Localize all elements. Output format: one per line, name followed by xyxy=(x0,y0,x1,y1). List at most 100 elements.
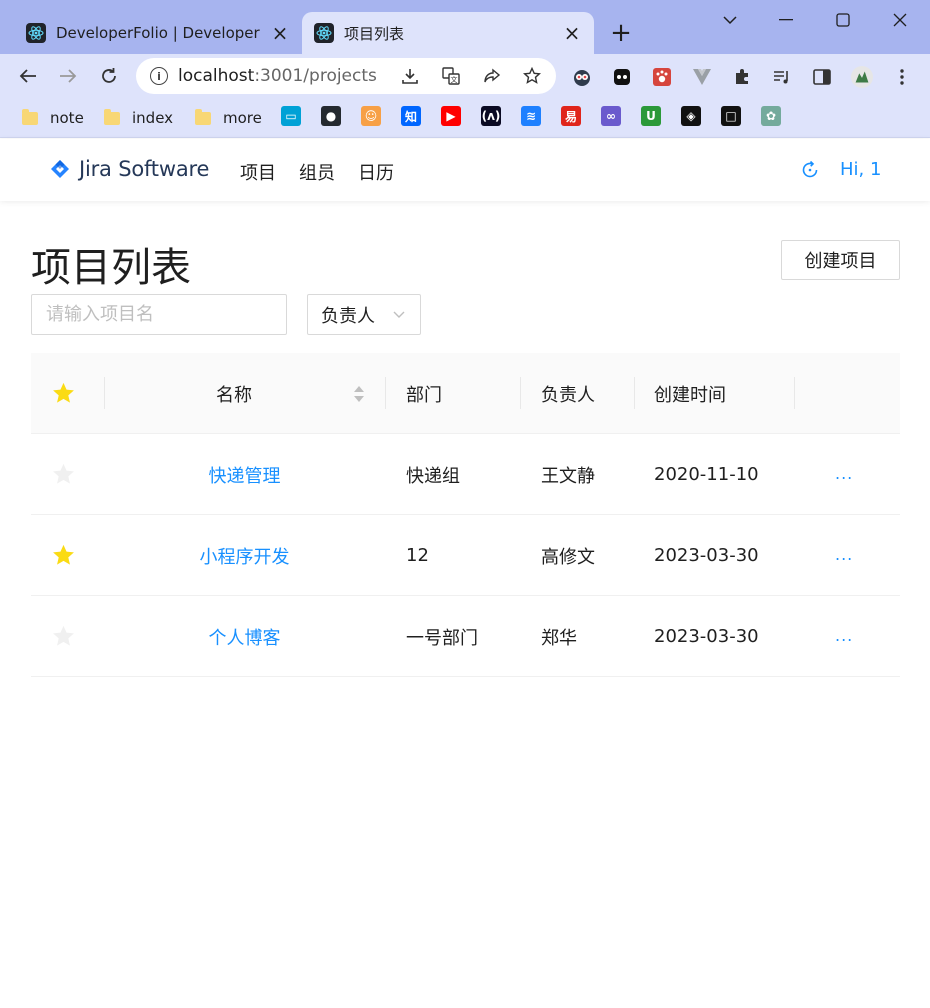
extension-paw-icon[interactable] xyxy=(651,66,673,88)
project-department: 一号部门 xyxy=(406,627,478,649)
app-header: Jira Software 项目 组员 日历 Hi, 1 xyxy=(0,139,930,201)
jira-logo-icon xyxy=(51,160,69,178)
column-header-department: 部门 xyxy=(406,384,442,406)
page-title: 项目列表 xyxy=(31,245,191,291)
project-owner: 王文静 xyxy=(541,465,595,487)
side-panel-icon[interactable] xyxy=(811,66,833,88)
bookmark-label: note xyxy=(50,109,84,127)
chatgpt-icon[interactable]: ✿ xyxy=(761,106,781,126)
extensions-puzzle-icon[interactable] xyxy=(731,66,753,88)
share-icon[interactable] xyxy=(482,66,502,86)
square-icon[interactable]: □ xyxy=(721,106,741,126)
browser-toolbar: i localhost:3001/projects 文 xyxy=(0,54,930,98)
install-app-icon[interactable] xyxy=(400,66,420,86)
react-favicon-icon xyxy=(26,23,46,43)
freecodecamp-icon[interactable]: (ʌ) xyxy=(481,106,501,126)
owner-select[interactable]: 负责人 xyxy=(307,294,421,335)
table-body: 快递管理 快递组 王文静 2020-11-10... 小程序开发 12 高修文 2023-03… xyxy=(31,434,900,677)
uniapp-icon[interactable]: U xyxy=(641,106,661,126)
row-more-actions[interactable]: ... xyxy=(835,626,853,645)
reading-list-icon[interactable] xyxy=(771,66,793,88)
bilibili-icon[interactable]: ▭ xyxy=(281,106,301,126)
minimize-window-icon[interactable] xyxy=(772,8,800,32)
reset-icon[interactable] xyxy=(800,160,820,180)
zhihu-icon[interactable]: 知 xyxy=(401,106,421,126)
table-row: 小程序开发 12 高修文 2023-03-30... xyxy=(31,515,900,596)
row-more-actions[interactable]: ... xyxy=(835,545,853,564)
project-name-link[interactable]: 快递管理 xyxy=(104,434,385,515)
table-row: 个人博客 一号部门 郑华 2023-03-30... xyxy=(31,596,900,677)
translate-icon[interactable]: 文 xyxy=(441,66,461,86)
project-department: 快递组 xyxy=(406,465,460,487)
codepen-icon[interactable]: ◈ xyxy=(681,106,701,126)
maximize-window-icon[interactable] xyxy=(829,8,857,32)
svg-text:文: 文 xyxy=(451,75,458,84)
back-arrow-icon[interactable] xyxy=(16,64,40,88)
github-icon[interactable]: ● xyxy=(321,106,341,126)
bookmark-folder-note[interactable]: note xyxy=(22,108,84,128)
extension-owl-icon[interactable] xyxy=(571,66,593,88)
link-icon[interactable]: ∞ xyxy=(601,106,621,126)
leetcode-icon[interactable]: 易 xyxy=(561,106,581,126)
bookmark-label: more xyxy=(223,109,262,127)
create-project-button[interactable]: 创建项目 xyxy=(781,240,900,280)
project-owner: 郑华 xyxy=(541,627,577,649)
column-header-created: 创建时间 xyxy=(654,384,726,406)
column-separator xyxy=(794,377,795,409)
project-name-link[interactable]: 个人博客 xyxy=(104,596,385,677)
nav-projects[interactable]: 项目 xyxy=(240,159,276,185)
table-row: 快递管理 快递组 王文静 2020-11-10... xyxy=(31,434,900,515)
column-separator xyxy=(385,377,386,409)
juejin-icon[interactable]: ≋ xyxy=(521,106,541,126)
youtube-icon[interactable]: ▶ xyxy=(441,106,461,126)
row-more-actions[interactable]: ... xyxy=(835,464,853,483)
folder-icon xyxy=(22,108,38,125)
projects-table: 名称 部门 负责人 创建时间 快递管理 快递组 王文静 2020-11-10... 小程… xyxy=(31,353,900,677)
project-name-link[interactable]: 小程序开发 xyxy=(104,515,385,596)
nav-members[interactable]: 组员 xyxy=(299,159,335,185)
column-separator xyxy=(104,377,105,409)
tab-search-chevron-icon[interactable] xyxy=(716,8,744,32)
user-greeting[interactable]: Hi, 1 xyxy=(840,159,881,180)
project-created-date: 2023-03-30 xyxy=(654,545,759,566)
browser-tab-developerfolio[interactable]: DeveloperFolio | Developer Po × xyxy=(14,12,302,54)
pin-star-icon[interactable] xyxy=(51,543,76,568)
table-header: 名称 部门 负责人 创建时间 xyxy=(31,353,900,434)
project-owner: 高修文 xyxy=(541,546,595,568)
column-separator xyxy=(520,377,521,409)
sort-caret-icon[interactable] xyxy=(353,385,365,403)
profile-avatar-icon[interactable] xyxy=(851,66,873,88)
browser-menu-icon[interactable] xyxy=(891,66,913,88)
close-tab-icon[interactable]: × xyxy=(562,21,582,45)
close-window-icon[interactable] xyxy=(886,8,914,32)
project-created-date: 2023-03-30 xyxy=(654,626,759,647)
reload-icon[interactable] xyxy=(97,64,121,88)
address-bar[interactable]: i localhost:3001/projects 文 xyxy=(136,58,556,94)
extension-vue-devtools-icon[interactable] xyxy=(691,66,713,88)
close-tab-icon[interactable]: × xyxy=(270,21,290,45)
forward-arrow-icon[interactable] xyxy=(56,64,80,88)
pin-star-icon[interactable] xyxy=(51,624,76,649)
tab-title: 项目列表 xyxy=(344,24,405,43)
avatar-bookmark-icon[interactable]: ☺ xyxy=(361,106,381,126)
browser-tab-projects[interactable]: 项目列表 × xyxy=(302,12,594,54)
logo-text: Jira Software xyxy=(79,157,210,181)
nav-calendar[interactable]: 日历 xyxy=(358,159,394,185)
site-info-icon[interactable]: i xyxy=(150,67,168,85)
project-name-search-input[interactable] xyxy=(31,294,287,335)
jira-logo[interactable]: Jira Software xyxy=(50,157,209,181)
bookmarks-bar: note index more ▭ ● ☺ 知 ▶ (ʌ) ≋ 易 ∞ U ◈ □ ✿ xyxy=(0,98,930,138)
folder-icon xyxy=(104,108,120,125)
tab-title: DeveloperFolio | Developer Po xyxy=(56,24,262,42)
react-favicon-icon xyxy=(314,23,334,43)
extension-ghost-icon[interactable] xyxy=(611,66,633,88)
column-header-name[interactable]: 名称 xyxy=(216,353,252,434)
bookmark-folder-index[interactable]: index xyxy=(104,108,173,128)
pin-star-icon[interactable] xyxy=(51,462,76,487)
bookmark-star-icon[interactable] xyxy=(522,66,542,86)
new-tab-plus-icon[interactable]: + xyxy=(608,18,634,48)
star-header-icon xyxy=(53,382,74,403)
bookmark-folder-more[interactable]: more xyxy=(195,108,262,128)
project-department: 12 xyxy=(406,545,429,566)
folder-icon xyxy=(195,108,211,125)
